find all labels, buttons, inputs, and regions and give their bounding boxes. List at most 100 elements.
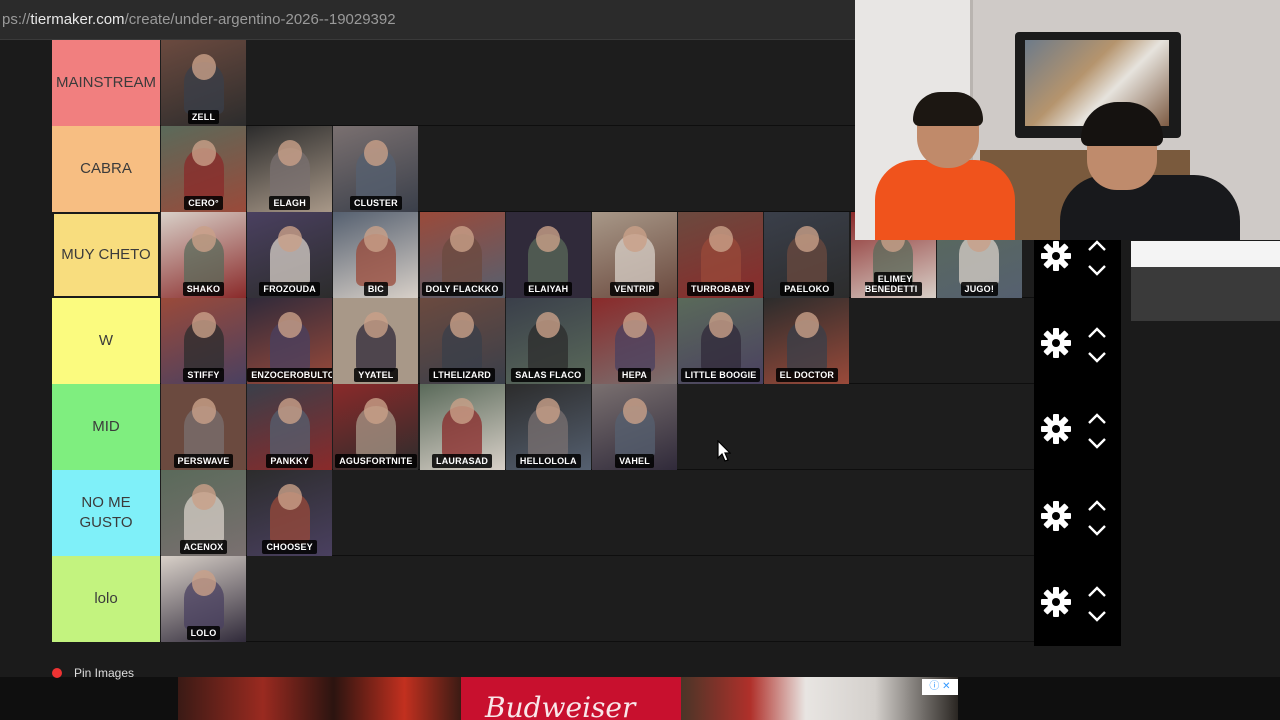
gear-icon[interactable] xyxy=(1040,413,1072,445)
tier-label[interactable]: CABRA xyxy=(52,126,160,212)
tier-item-name: LOLO xyxy=(186,626,221,640)
tier-item-caption: HELLOLOLA xyxy=(506,454,591,468)
tier-item[interactable]: LITTLE BOOGIE xyxy=(678,298,764,384)
tier-item[interactable]: LTHELIZARD xyxy=(419,298,505,384)
tier-item-name: ACENOX xyxy=(179,540,228,554)
tier-label[interactable]: MUY CHETO xyxy=(52,212,160,298)
tier-item[interactable]: FROZOUDA xyxy=(247,212,333,298)
tier-item[interactable]: ACENOX xyxy=(161,470,246,556)
gear-icon[interactable] xyxy=(1040,586,1072,618)
tier-item-caption: SHAKO xyxy=(161,282,246,296)
url-text[interactable]: ps://tiermaker.com/create/under-argentin… xyxy=(2,11,396,28)
webcam-person-left-body xyxy=(875,160,1015,240)
tier-item[interactable]: CHOOSEY xyxy=(247,470,333,556)
tier-item-face xyxy=(708,226,733,252)
tier-item[interactable]: HELLOLOLA xyxy=(505,384,591,470)
tier-item[interactable]: ENZOCEROBULTO xyxy=(247,298,333,384)
tier-item-caption: ELAGH xyxy=(247,196,332,210)
chevron-down-icon[interactable] xyxy=(1086,523,1108,537)
tier-item-name: PANKKY xyxy=(266,454,313,468)
screen: ps://tiermaker.com/create/under-argentin… xyxy=(0,0,1280,720)
pin-icon xyxy=(52,668,62,678)
tier-item[interactable]: ELAGH xyxy=(247,126,333,212)
tier-item-caption: AGUSFORTNITE xyxy=(333,454,418,468)
tier-item-caption: PERSWAVE xyxy=(161,454,246,468)
tier-item-face xyxy=(794,226,819,252)
tier-label[interactable]: NO ME GUSTO xyxy=(52,470,160,556)
tier-item-caption: LITTLE BOOGIE xyxy=(678,368,763,382)
tier-item-name: CLUSTER xyxy=(349,196,402,210)
pin-images-toggle[interactable]: Pin Images xyxy=(52,666,134,680)
side-panel-bar xyxy=(1131,241,1280,267)
tier-item[interactable]: CLUSTER xyxy=(333,126,419,212)
gear-icon[interactable] xyxy=(1040,240,1072,272)
mouse-cursor-icon xyxy=(717,440,731,462)
tier-item-face xyxy=(277,226,302,252)
url-host: tiermaker.com xyxy=(30,11,125,28)
tier-item-name: HEPA xyxy=(617,368,652,382)
chevron-down-icon[interactable] xyxy=(1086,350,1108,364)
tier-item[interactable]: DOLY FLACKKO xyxy=(419,212,505,298)
tier-item[interactable]: LOLO xyxy=(161,556,246,642)
tier-item[interactable]: LAURASAD xyxy=(419,384,505,470)
tier-row: W STIFFY ENZOCEROBULTO YYATEL LTHELIZARD SALA… xyxy=(52,298,1034,384)
tier-item-face xyxy=(191,140,216,166)
tier-item-face xyxy=(450,398,475,424)
tier-item[interactable]: PERSWAVE xyxy=(161,384,246,470)
tier-item[interactable]: BIC xyxy=(333,212,419,298)
chevron-up-icon[interactable] xyxy=(1086,239,1108,253)
tier-item-name: AGUSFORTNITE xyxy=(335,454,417,468)
address-bar[interactable]: ps://tiermaker.com/create/under-argentin… xyxy=(0,0,855,40)
tier-item-name: DOLY FLACKKO xyxy=(421,282,503,296)
ad-image-left[interactable] xyxy=(178,677,461,720)
tier-item-caption: PANKKY xyxy=(247,454,332,468)
tier-item[interactable]: PANKKY xyxy=(247,384,333,470)
tier-item[interactable]: VENTRIP xyxy=(592,212,677,298)
tier-item[interactable]: SHAKO xyxy=(161,212,246,298)
tier-item[interactable]: TURROBABY xyxy=(678,212,764,298)
tier-item[interactable]: SALAS FLACO xyxy=(505,298,591,384)
chevron-up-icon[interactable] xyxy=(1086,412,1108,426)
ad-image-right[interactable] xyxy=(681,677,958,720)
tier-item-caption: TURROBABY xyxy=(678,282,763,296)
tier-item-caption: ELIMEY BENEDETTI xyxy=(851,272,936,296)
tier-item[interactable]: ZELL xyxy=(161,40,246,126)
ad-info-close-icon[interactable]: ⓘ ✕ xyxy=(922,679,958,695)
tier-item-caption: EL DOCTOR xyxy=(764,368,849,382)
tier-item[interactable]: EL DOCTOR xyxy=(764,298,850,384)
tier-item-name: TURROBABY xyxy=(687,282,755,296)
gear-icon[interactable] xyxy=(1040,500,1072,532)
tier-item[interactable]: CERO° xyxy=(161,126,246,212)
chevron-down-icon[interactable] xyxy=(1086,609,1108,623)
tier-control-group xyxy=(1034,559,1121,645)
tier-item[interactable]: STIFFY xyxy=(161,298,246,384)
tier-item-caption: ZELL xyxy=(161,110,246,124)
tier-item-name: LITTLE BOOGIE xyxy=(680,368,761,382)
tier-label[interactable]: MID xyxy=(52,384,160,470)
tier-item-name: FROZOUDA xyxy=(259,282,320,296)
tier-item[interactable]: YYATEL xyxy=(333,298,419,384)
chevron-up-icon[interactable] xyxy=(1086,585,1108,599)
tier-label[interactable]: MAINSTREAM xyxy=(52,40,160,126)
chevron-down-icon[interactable] xyxy=(1086,436,1108,450)
tier-item-face xyxy=(450,312,475,338)
gear-icon[interactable] xyxy=(1040,327,1072,359)
chevron-down-icon[interactable] xyxy=(1086,263,1108,277)
tier-item-name: JUGO! xyxy=(960,282,999,296)
tier-item[interactable]: ELAIYAH xyxy=(505,212,591,298)
chevron-up-icon[interactable] xyxy=(1086,499,1108,513)
tier-label[interactable]: lolo xyxy=(52,556,160,642)
tier-item[interactable]: HEPA xyxy=(592,298,677,384)
tier-item-face xyxy=(708,312,733,338)
tier-item[interactable]: AGUSFORTNITE xyxy=(333,384,419,470)
tier-control-group xyxy=(1034,386,1121,472)
tier-label[interactable]: W xyxy=(52,298,160,384)
tier-item[interactable]: PAELOKO xyxy=(764,212,850,298)
tier-controls xyxy=(1034,213,1121,646)
chevron-up-icon[interactable] xyxy=(1086,326,1108,340)
side-panel xyxy=(1131,241,1280,321)
tier-item[interactable]: VAHEL xyxy=(592,384,677,470)
tier-item-name: YYATEL xyxy=(354,368,398,382)
tier-item-name: LAURASAD xyxy=(432,454,493,468)
ad-banner-brand[interactable]: Budweiser xyxy=(461,677,681,720)
